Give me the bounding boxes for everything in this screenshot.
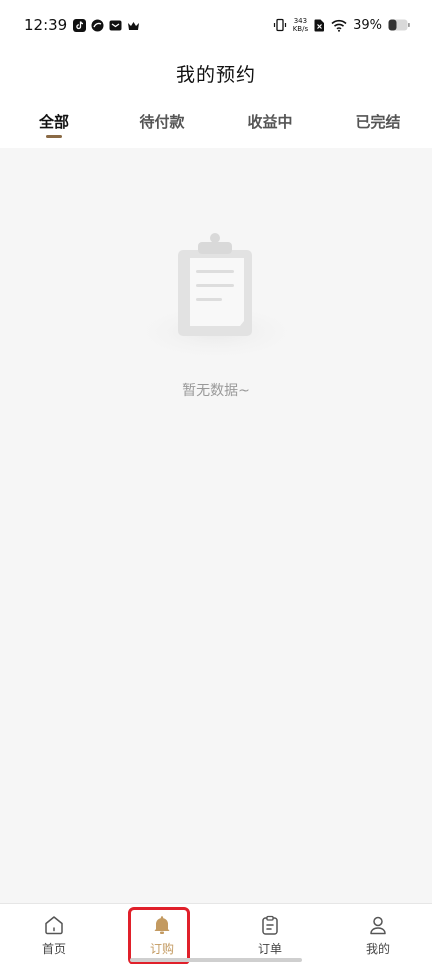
home-indicator[interactable]	[130, 958, 302, 962]
tab-all[interactable]: 全部	[0, 96, 108, 148]
crown-icon	[128, 21, 140, 30]
empty-clipboard-icon	[128, 233, 304, 362]
nav-item-order-purchase[interactable]: 订购	[108, 904, 216, 964]
nav-item-home[interactable]: 首页	[0, 904, 108, 964]
no-sim-icon	[314, 19, 325, 31]
empty-state-text: 暂无数据~	[182, 383, 250, 399]
nav-label: 订购	[149, 942, 174, 956]
tab-completed[interactable]: 已完结	[324, 96, 432, 148]
home-icon	[45, 916, 63, 935]
nav-label: 首页	[41, 942, 66, 956]
page-title: 我的预约	[175, 63, 256, 86]
tab-pending-payment[interactable]: 待付款	[108, 96, 216, 148]
status-bar: 12:39 343 KB/s 39%	[0, 0, 432, 50]
nav-label: 订单	[257, 942, 282, 956]
tab-label: 已完结	[355, 113, 401, 131]
battery-icon	[388, 19, 410, 31]
network-speed-value: 343	[293, 17, 308, 25]
page-header: 我的预约	[0, 50, 432, 96]
notification-icons	[73, 18, 140, 32]
network-speed: 343 KB/s	[293, 17, 308, 33]
nav-item-mine[interactable]: 我的	[324, 904, 432, 964]
tab-label: 收益中	[247, 113, 293, 131]
app-swirl-icon	[91, 19, 104, 31]
battery-percentage: 39%	[353, 17, 382, 33]
nav-item-orders[interactable]: 订单	[216, 904, 324, 964]
clipboard-icon	[262, 915, 278, 935]
tab-label: 全部	[38, 113, 69, 131]
status-time: 12:39	[24, 16, 68, 34]
bottom-nav: 首页 订购 订单 我的	[0, 903, 432, 964]
content-area: 暂无数据~	[0, 148, 432, 903]
tab-label: 待付款	[139, 113, 185, 131]
status-right: 343 KB/s 39%	[273, 17, 410, 33]
bell-icon	[154, 916, 170, 934]
nav-label: 我的	[365, 942, 390, 956]
mail-icon	[109, 20, 122, 30]
user-icon	[370, 916, 386, 935]
vibrate-icon	[273, 18, 286, 32]
tab-earning[interactable]: 收益中	[216, 96, 324, 148]
tab-bar: 全部 待付款 收益中 已完结	[0, 96, 432, 148]
tab-active-indicator	[46, 135, 62, 138]
wifi-icon	[331, 19, 347, 32]
tiktok-icon	[73, 18, 87, 32]
network-speed-unit: KB/s	[292, 25, 309, 33]
